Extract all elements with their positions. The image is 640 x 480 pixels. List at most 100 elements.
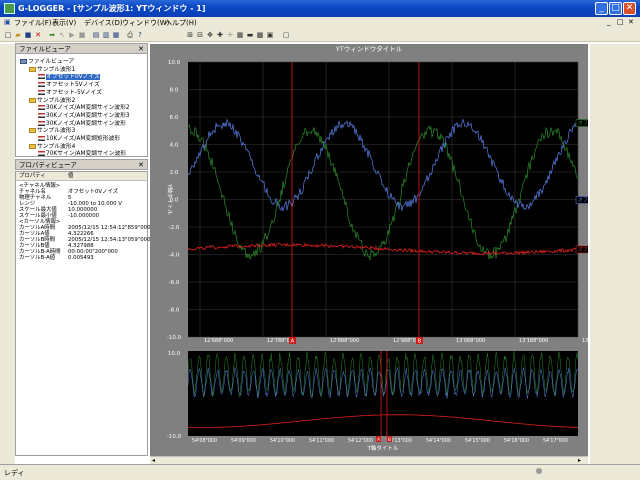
status-bar: レディ	[0, 464, 640, 480]
menu-file[interactable]: ファイル(F)	[14, 18, 52, 28]
play-icon[interactable]: ▶	[68, 31, 76, 39]
menu-window[interactable]: ウィンドウ(W)	[122, 18, 169, 28]
x-tick-label: 13'28	[582, 338, 588, 344]
overview-y-tick: 10.0	[168, 351, 181, 357]
delete-icon[interactable]: ✕	[34, 31, 42, 39]
window-title: G-LOGGER - [サンプル波形1: YTウィンドウ - 1]	[18, 4, 206, 13]
bar-icon[interactable]: ▬	[246, 31, 254, 39]
menu-view[interactable]: 表示(V)	[52, 18, 76, 28]
stop-icon[interactable]: ■	[78, 31, 86, 39]
app-icon	[4, 3, 15, 14]
overview-x-tick: 54'14"000	[426, 438, 451, 444]
menu-device[interactable]: デバイス(D)	[84, 18, 123, 28]
close-icon[interactable]: ✕	[138, 160, 144, 171]
help-icon[interactable]: ?	[136, 31, 144, 39]
scroll-right-icon[interactable]: ▸	[578, 457, 581, 464]
overview-x-tick: 54'11"000	[309, 438, 334, 444]
y-tick-label: 8.0	[170, 88, 179, 94]
window2-icon[interactable]: ▢	[282, 31, 290, 39]
print-icon[interactable]: ⎙	[126, 31, 134, 39]
layout3-icon[interactable]: ▦	[112, 31, 120, 39]
property-grid-header: プロパティ 値	[16, 172, 147, 181]
status-text: レディ	[4, 469, 25, 477]
x-tick-label: 12'888"000	[330, 338, 359, 344]
close-button[interactable]: ✕	[623, 2, 636, 15]
chart-title: YTウィンドウタイトル	[335, 45, 403, 53]
folder-icon	[29, 66, 36, 72]
mdi-close-button[interactable]: ✕	[628, 18, 634, 26]
y-axis-label: Y軸タイトル	[166, 183, 174, 215]
y-tick-label: 6.0	[170, 115, 179, 121]
overview-x-tick: 54'15"000	[465, 438, 490, 444]
overview-x-tick: 54'17"000	[543, 438, 568, 444]
measure-icon[interactable]: ✛	[226, 31, 234, 39]
mdi-minimize-button[interactable]: _	[607, 18, 611, 26]
y-tick-label: -8.0	[169, 308, 180, 314]
column-header-property: プロパティ	[19, 173, 46, 179]
maximize-button[interactable]: □	[609, 2, 622, 15]
graph-window: 10.0 8.0 6.0 4.0 2.0 0.0 -2.0 -4.0 -6.0 -8.0 -10.0…	[150, 44, 588, 456]
layout-icon[interactable]: ▤	[92, 31, 100, 39]
layout2-icon[interactable]: ▥	[102, 31, 110, 39]
y-tick-label: -2.0	[169, 225, 180, 231]
horizontal-scrollbar[interactable]: ◂ ▸	[150, 456, 588, 464]
window-icon[interactable]: ▣	[266, 31, 274, 39]
series-tag-label: オフセット-5	[578, 247, 588, 253]
fit-icon[interactable]: ⊟	[196, 31, 204, 39]
open-icon[interactable]: ▰	[14, 31, 22, 39]
file-viewer-title: ファイルビューア	[19, 45, 71, 53]
y-tick-label: -4.0	[169, 253, 180, 259]
property-value: 0.005493	[68, 255, 94, 261]
folder-icon	[29, 128, 36, 134]
overview-x-tick: 54'12"000	[348, 438, 373, 444]
right-dock-area	[590, 44, 640, 464]
zoom-icon[interactable]: ⊞	[186, 31, 194, 39]
title-bar: G-LOGGER - [サンプル波形1: YTウィンドウ - 1] _ □ ✕	[0, 0, 640, 17]
signal-icon	[38, 151, 45, 157]
table-icon[interactable]: ▦	[236, 31, 244, 39]
property-viewer-title: プロパティビューア	[19, 161, 77, 169]
grid-icon[interactable]: ▩	[256, 31, 264, 39]
menu-bar: ▣ ファイル(F) 表示(V) デバイス(D) ウィンドウ(W) ヘルプ(H) …	[0, 17, 640, 29]
tree-item[interactable]: 70Kサイン/AM変調サイン波形	[38, 148, 126, 157]
y-tick-label: 4.0	[170, 143, 179, 149]
overview-x-tick: 54'16"000	[504, 438, 529, 444]
new-icon[interactable]: □	[4, 31, 12, 39]
cross-icon[interactable]: ✚	[216, 31, 224, 39]
tree-item-label: 70Kサイン/AM変調サイン波形	[46, 151, 127, 158]
file-tree: ファイルビューア サンプル波形1 オフセット0Vノイズ オフセット5Vノイズ オフセット…	[15, 53, 148, 157]
overview-x-tick: 54'09"000	[231, 438, 256, 444]
cursor-icon[interactable]: ↖	[58, 31, 66, 39]
left-dock-strip	[0, 44, 15, 464]
cursor-a-label: A	[291, 339, 295, 345]
move-icon[interactable]: ✥	[206, 31, 214, 39]
property-viewer-header: プロパティビューア ✕	[15, 159, 148, 170]
cursor-b-label: B	[418, 339, 422, 345]
overview-x-tick: 54'08"000	[192, 438, 217, 444]
series-tag-label: オフセット5	[578, 121, 588, 127]
y-tick-label: 10.0	[168, 60, 181, 66]
toolbar: □ ▰ ■ ✕ ➡ ↖ ▶ ■ ▤ ▥ ▦ ⎙ ? ⊞ ⊟ ✥ ✚ ✛ ▦ ▬ …	[0, 29, 640, 42]
minimize-button[interactable]: _	[595, 2, 608, 15]
x-tick-label: 13'088"000	[456, 338, 485, 344]
overview-y-tick: -10.0	[167, 434, 182, 440]
y-tick-label: 2.0	[170, 170, 179, 176]
property-row[interactable]: カーソルB-A値 0.005493	[16, 255, 147, 261]
mdi-restore-button[interactable]: □	[617, 18, 624, 26]
overview-cursor-b-label: B	[388, 437, 391, 443]
overview-x-tick: 54'10"000	[270, 438, 295, 444]
record-icon[interactable]: ➡	[48, 31, 56, 39]
series-tag-label: オフセット0	[578, 198, 588, 204]
graph-canvas[interactable]: 10.08.06.04.02.00.0-2.0-4.0-6.0-8.0-10.0…	[150, 44, 588, 456]
scroll-left-icon[interactable]: ◂	[152, 457, 155, 464]
save-icon[interactable]: ■	[24, 31, 32, 39]
column-header-value: 値	[68, 173, 74, 179]
status-indicator-icon	[536, 468, 542, 474]
y-tick-label: -10.0	[167, 335, 182, 341]
y-tick-label: -6.0	[169, 280, 180, 286]
folder-icon	[29, 143, 36, 149]
doc-icon[interactable]: ▣	[4, 18, 11, 26]
property-grid: プロパティ 値 <チャネル情報> チャネル名 オフセット0Vノイズ 物理チャネル 5 レン…	[15, 171, 151, 456]
overview-x-axis-label: T軸タイトル	[367, 444, 399, 452]
menu-help[interactable]: ヘルプ(H)	[165, 18, 197, 28]
